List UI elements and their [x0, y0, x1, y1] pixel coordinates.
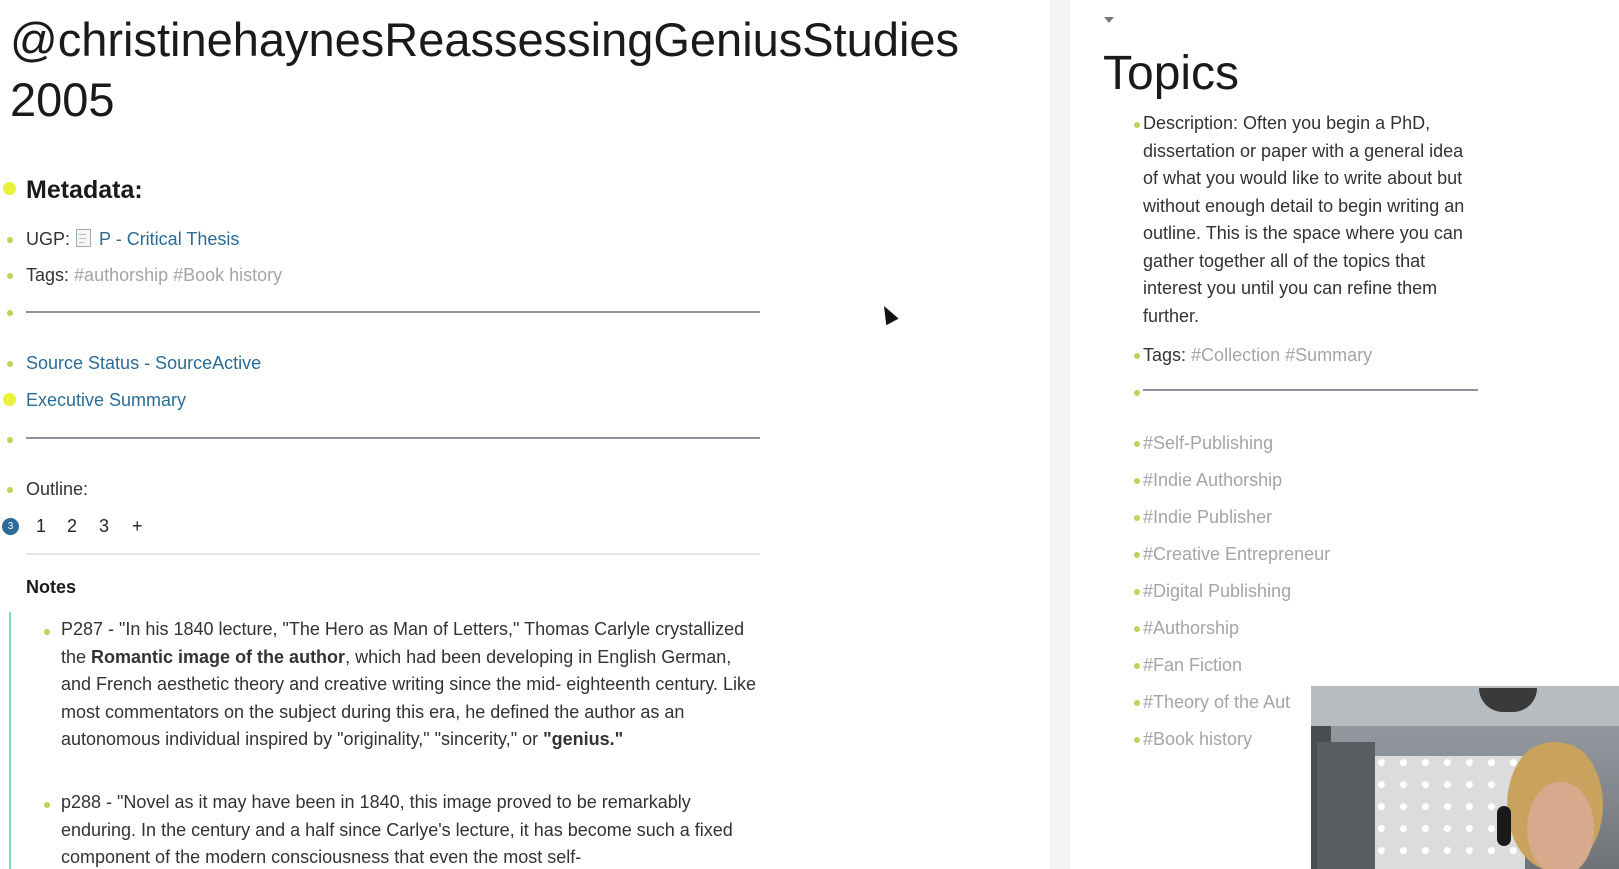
ugp-label: UGP:: [26, 229, 71, 249]
block-bullet[interactable]: [3, 393, 16, 406]
block-bullet[interactable]: [7, 273, 13, 279]
block-bullet[interactable]: [7, 487, 13, 493]
block-bullet[interactable]: [1134, 626, 1140, 632]
note-bullet[interactable]: [44, 802, 50, 808]
block-bullet[interactable]: [1134, 663, 1140, 669]
topic-tag[interactable]: #Theory of the Aut: [1143, 692, 1290, 713]
note-bold: "genius.": [543, 729, 624, 749]
webcam-overlay: [1311, 686, 1619, 869]
note-item[interactable]: P287 - "In his 1840 lecture, "The Hero a…: [61, 616, 761, 754]
block-bullet[interactable]: [7, 437, 13, 443]
metadata-heading[interactable]: Metadata:: [26, 176, 143, 205]
outline-count-badge[interactable]: 3: [2, 518, 19, 535]
topic-tag[interactable]: #Indie Authorship: [1143, 470, 1282, 491]
topic-tag[interactable]: #Authorship: [1143, 618, 1239, 639]
block-bullet[interactable]: [1134, 700, 1140, 706]
note-item[interactable]: p288 - "Novel as it may have been in 184…: [61, 789, 761, 869]
main-page: @christinehaynesReassessingGeniusStudies…: [0, 0, 1050, 869]
source-status-link[interactable]: Source Status - SourceActive: [26, 353, 261, 374]
ugp-link[interactable]: P - Critical Thesis: [99, 229, 239, 249]
executive-summary-link[interactable]: Executive Summary: [26, 390, 186, 411]
page-title[interactable]: @christinehaynesReassessingGeniusStudies…: [10, 10, 970, 130]
block-bullet[interactable]: [7, 310, 13, 316]
notes-label: Notes: [26, 577, 77, 597]
outline-tab-2[interactable]: 2: [67, 516, 77, 537]
topics-description[interactable]: Description: Often you begin a PhD, diss…: [1143, 110, 1478, 330]
divider: [26, 437, 760, 439]
block-bullet[interactable]: [3, 182, 16, 195]
webcam-ceiling: [1311, 686, 1619, 726]
note-bold: Romantic image of the author: [91, 646, 346, 667]
outline-label[interactable]: Outline:: [26, 479, 88, 500]
sidebar-tags-label: Tags:: [1143, 345, 1187, 365]
note-bullet[interactable]: [44, 629, 50, 635]
block-bullet[interactable]: [1134, 552, 1140, 558]
webcam-curtain: [1317, 742, 1375, 869]
caret-down-icon[interactable]: [1104, 17, 1114, 23]
block-bullet[interactable]: [7, 361, 13, 367]
topic-tag[interactable]: #Fan Fiction: [1143, 655, 1242, 676]
block-bullet[interactable]: [1134, 122, 1140, 128]
tags-row: Tags: #authorship #Book history: [26, 265, 282, 286]
headset-icon: [1497, 806, 1511, 846]
block-bullet[interactable]: [1134, 441, 1140, 447]
block-bullet[interactable]: [1134, 737, 1140, 743]
block-bullet[interactable]: [1134, 390, 1140, 396]
block-bullet[interactable]: [1134, 515, 1140, 521]
mouse-pointer-icon: [877, 302, 899, 326]
add-outline-button[interactable]: +: [132, 516, 143, 537]
block-bullet[interactable]: [1134, 478, 1140, 484]
outline-tabs: 3 1 2 3 +: [0, 514, 760, 540]
block-bullet[interactable]: [7, 237, 13, 243]
divider: [1143, 389, 1478, 391]
block-bullet[interactable]: [1134, 353, 1140, 359]
webcam-presenter: [1499, 742, 1611, 869]
tags-label: Tags:: [26, 265, 70, 285]
divider: [26, 311, 760, 313]
block-bullet[interactable]: [1134, 589, 1140, 595]
sidebar-tags-value[interactable]: #Collection #Summary: [1191, 345, 1372, 365]
topic-tag[interactable]: #Book history: [1143, 729, 1252, 750]
ugp-row: UGP: P - Critical Thesis: [26, 229, 239, 250]
tags-value[interactable]: #authorship #Book history: [74, 265, 282, 285]
topic-tag[interactable]: #Creative Entrepreneur: [1143, 544, 1330, 565]
sidebar-title[interactable]: Topics: [1103, 46, 1239, 101]
topic-tag[interactable]: #Digital Publishing: [1143, 581, 1291, 602]
topic-tag[interactable]: #Indie Publisher: [1143, 507, 1272, 528]
outline-separator: [26, 553, 760, 555]
page-icon: [76, 229, 92, 247]
notes-indent-bar: [9, 612, 11, 869]
topic-tag[interactable]: #Self-Publishing: [1143, 433, 1273, 454]
outline-tab-1[interactable]: 1: [36, 516, 46, 537]
outline-tab-3[interactable]: 3: [99, 516, 109, 537]
sidebar-tags-row: Tags: #Collection #Summary: [1143, 345, 1372, 366]
